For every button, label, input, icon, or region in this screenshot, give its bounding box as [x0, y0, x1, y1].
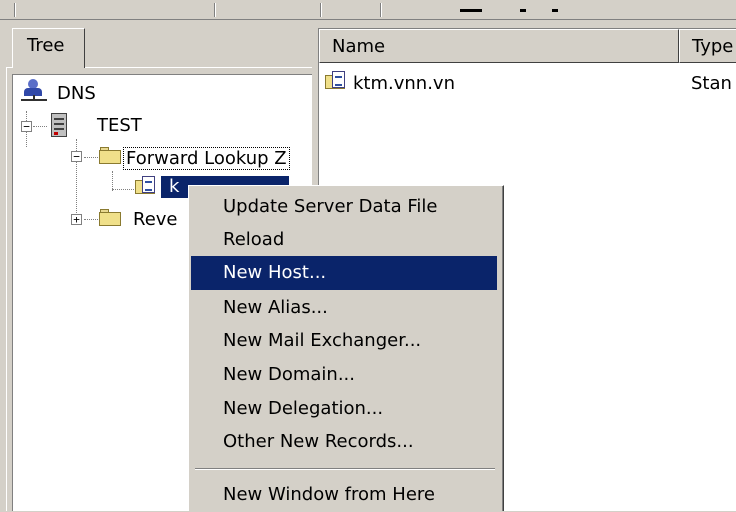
dns-icon	[21, 79, 47, 107]
tree-connector	[84, 157, 98, 158]
context-menu: Update Server Data File Reload New Host.…	[188, 185, 504, 511]
server-icon	[51, 113, 67, 137]
zone-icon	[135, 176, 157, 196]
toolbar-button[interactable]	[520, 9, 526, 12]
column-header-label: Name	[332, 36, 386, 57]
tab-tree-label: Tree	[27, 35, 65, 56]
menu-item-new-domain[interactable]: New Domain...	[191, 358, 497, 392]
menu-item-other-new-records[interactable]: Other New Records...	[191, 425, 497, 459]
toolbar-separator	[320, 3, 321, 17]
menu-item-label: Update Server Data File	[223, 196, 438, 217]
menu-item-new-delegation[interactable]: New Delegation...	[191, 392, 497, 426]
tree-connector	[33, 126, 47, 127]
toolbar	[0, 0, 736, 20]
toolbar-separator	[14, 3, 15, 17]
tree-connector	[112, 189, 134, 190]
menu-item-label: New Delegation...	[223, 398, 384, 419]
toolbar-separator	[380, 3, 381, 17]
menu-item-new-mail-exchanger[interactable]: New Mail Exchanger...	[191, 324, 497, 358]
menu-item-new-alias[interactable]: New Alias...	[191, 291, 497, 325]
tree-node-reverse-lookup[interactable]: Reve	[133, 209, 178, 230]
menu-item-new-host[interactable]: New Host...	[191, 256, 497, 290]
menu-item-label: New Mail Exchanger...	[223, 330, 422, 351]
menu-separator	[195, 468, 495, 470]
tree-connector	[84, 219, 98, 220]
tab-tree[interactable]: Tree	[12, 28, 85, 68]
toolbar-button[interactable]	[552, 9, 558, 12]
menu-item-label: New Window from Here	[223, 484, 435, 505]
tree-node-server[interactable]: TEST	[97, 115, 142, 136]
menu-item-label: Other New Records...	[223, 431, 414, 452]
list-item-type: Stan	[691, 73, 732, 94]
menu-item-new-window-from-here[interactable]: New Window from Here	[191, 478, 497, 512]
menu-item-label: New Host...	[223, 262, 327, 283]
expand-icon[interactable]: +	[71, 214, 82, 225]
column-header-name[interactable]: Name	[319, 29, 679, 63]
menu-item-label: New Alias...	[223, 297, 328, 318]
menu-item-label: Reload	[223, 229, 285, 250]
menu-item-label: New Domain...	[223, 364, 355, 385]
collapse-icon[interactable]: −	[71, 151, 82, 162]
toolbar-separator	[214, 3, 215, 17]
tree-connector	[112, 171, 113, 191]
column-header-label: Type	[692, 36, 734, 57]
tree-node-forward-lookup[interactable]: Forward Lookup Z	[123, 147, 290, 170]
collapse-icon[interactable]: −	[21, 121, 32, 132]
toolbar-button[interactable]	[460, 9, 482, 12]
column-header-type[interactable]: Type	[679, 29, 736, 63]
tree-node-dns[interactable]: DNS	[57, 83, 96, 104]
menu-item-reload[interactable]: Reload	[191, 223, 497, 257]
zone-icon	[325, 71, 347, 91]
folder-icon	[99, 209, 121, 226]
list-item-name[interactable]: ktm.vnn.vn	[353, 73, 455, 94]
menu-item-update-server-data-file[interactable]: Update Server Data File	[191, 190, 497, 224]
folder-icon	[99, 147, 121, 164]
